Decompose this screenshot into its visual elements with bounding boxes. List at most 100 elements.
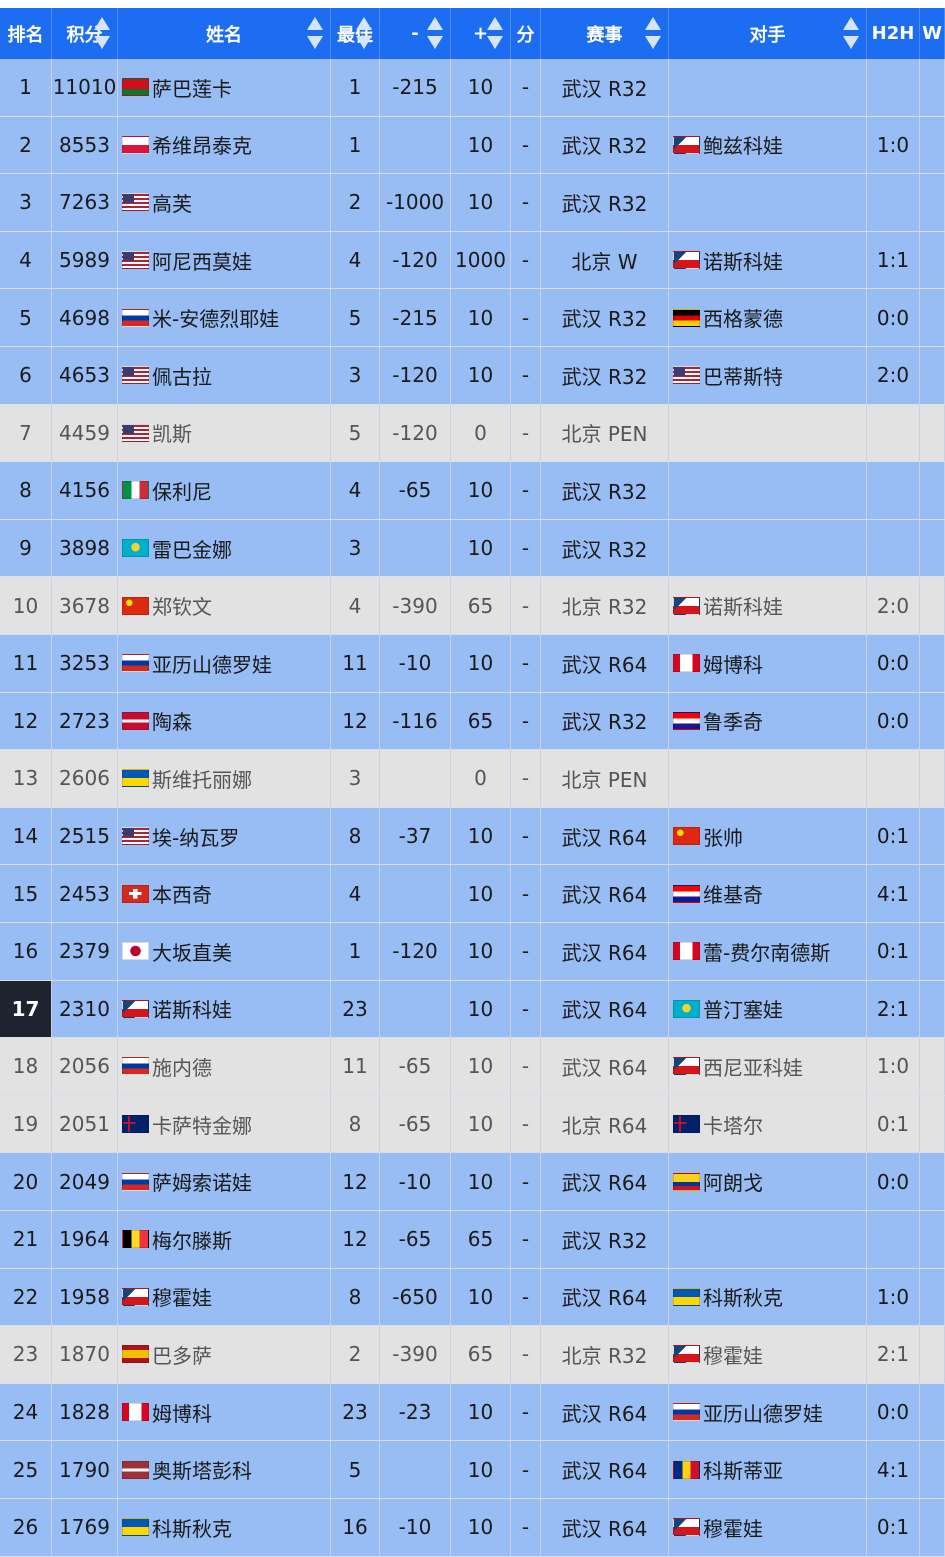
cell-opponent-text[interactable]: 卡塔尔 — [703, 1110, 763, 1139]
table-row[interactable]: 26 1769 科斯秋克 16 -10 10 - 武汉 R64 穆霍娃 0:1 — [0, 1499, 945, 1557]
table-row[interactable]: 8 4156 保利尼 4 -65 10 - 武汉 R32 — [0, 462, 945, 520]
cell-name-text[interactable]: 卡萨特金娜 — [152, 1110, 252, 1139]
cell-best: 12 — [331, 1153, 380, 1210]
cell-name-text[interactable]: 姆博科 — [152, 1398, 212, 1427]
cell-name-text[interactable]: 萨姆索诺娃 — [152, 1167, 252, 1196]
column-header-8[interactable]: 对手 — [669, 8, 867, 59]
table-row[interactable]: 15 2453 本西奇 4 10 - 武汉 R64 维基奇 4:1 — [0, 865, 945, 923]
table-row[interactable]: 7 4459 凯斯 5 -120 0 - 北京 PEN — [0, 404, 945, 463]
ukraine-flag-icon — [122, 1518, 149, 1537]
table-row[interactable]: 9 3898 雷巴金娜 3 10 - 武汉 R32 — [0, 519, 945, 578]
cell-name-text[interactable]: 埃-纳瓦罗 — [152, 822, 239, 851]
table-row[interactable]: 20 2049 萨姆索诺娃 12 -10 10 - 武汉 R64 阿朗戈 0:0 — [0, 1153, 945, 1211]
cell-name-text[interactable]: 诺斯科娃 — [152, 994, 232, 1023]
cell-opponent-text[interactable]: 巴蒂斯特 — [703, 361, 783, 390]
cell-points: 1790 — [52, 1441, 118, 1498]
column-header-4[interactable]: - — [380, 8, 451, 59]
cell-name-text[interactable]: 佩古拉 — [152, 361, 212, 390]
table-row[interactable]: 4 5989 阿尼西莫娃 4 -120 1000- 北京 W 诺斯科娃 1:1 — [0, 231, 945, 290]
cell-opponent-text[interactable]: 诺斯科娃 — [703, 591, 783, 620]
table-row[interactable]: 17 2310 诺斯科娃 23 10- 武汉 R64 普汀塞娃 2:1 — [0, 980, 945, 1039]
sort-arrows-icon[interactable] — [426, 15, 444, 51]
table-row[interactable]: 22 1958 穆霍娃 8 -650 10 - 武汉 R64 科斯秋克 1:0 — [0, 1268, 945, 1327]
cell-name-text[interactable]: 雷巴金娜 — [152, 534, 232, 563]
sort-arrows-icon[interactable] — [306, 15, 324, 51]
cell-rank: 16 — [0, 923, 52, 980]
cell-name-text[interactable]: 陶森 — [152, 706, 192, 735]
cell-name-text[interactable]: 大坂直美 — [152, 937, 232, 966]
cell-opponent-text[interactable]: 西尼亚科娃 — [703, 1052, 803, 1081]
cell-name-text[interactable]: 希维昂泰克 — [152, 130, 252, 159]
cell-opponent-text[interactable]: 穆霍娃 — [703, 1340, 763, 1369]
table-row[interactable]: 10 3678 郑钦文 4 -390 65 - 北京 R32 诺斯科娃 2:0 — [0, 577, 945, 635]
cell-name-text[interactable]: 米-安德烈耶娃 — [152, 303, 279, 332]
table-row[interactable]: 13 2606 斯维托丽娜 3 0 - 北京 PEN — [0, 750, 945, 808]
column-header-3[interactable]: 最佳 — [331, 8, 380, 59]
table-row[interactable]: 24 1828 姆博科 23 -23 10 - 武汉 R64 亚历山德罗娃 0:0 — [0, 1383, 945, 1442]
cell-opponent-text[interactable]: 西格蒙德 — [703, 303, 783, 332]
cell-name-text[interactable]: 高芙 — [152, 188, 192, 217]
table-row[interactable]: 1 11010 萨巴莲卡 1 -215 10 - 武汉 R32 — [0, 59, 945, 117]
cell-name-text[interactable]: 奥斯塔彭科 — [152, 1455, 252, 1484]
cell-plus: 10 — [451, 1268, 511, 1326]
cell-w — [920, 865, 945, 922]
cell-opponent-text[interactable]: 科斯秋克 — [703, 1282, 783, 1311]
sort-arrows-icon[interactable] — [93, 15, 111, 51]
cell-opponent-text[interactable]: 维基奇 — [703, 879, 763, 908]
sort-arrows-icon[interactable] — [842, 15, 860, 51]
table-row[interactable]: 18 2056 施内德 11 -65 10 - 武汉 R64 西尼亚科娃 1:0 — [0, 1038, 945, 1096]
cell-name-text[interactable]: 穆霍娃 — [152, 1282, 212, 1311]
cell-h2h-text: 2:0 — [876, 363, 910, 388]
sort-arrows-icon[interactable] — [355, 15, 373, 51]
cell-opponent-text[interactable]: 鲁季奇 — [703, 706, 763, 735]
cell-opponent-text[interactable]: 张帅 — [703, 822, 743, 851]
cell-opponent-text[interactable]: 普汀塞娃 — [703, 994, 783, 1023]
table-row[interactable]: 25 1790 奥斯塔彭科 5 10 - 武汉 R64 科斯蒂亚 4:1 — [0, 1441, 945, 1499]
cell-opponent-text[interactable]: 穆霍娃 — [703, 1513, 763, 1542]
cell-opponent-text[interactable]: 鲍兹科娃 — [703, 130, 783, 159]
cell-plus: 10 — [451, 980, 511, 1038]
cell-name-text[interactable]: 梅尔滕斯 — [152, 1225, 232, 1254]
cell-name-text[interactable]: 萨巴莲卡 — [152, 73, 232, 102]
cell-name-text[interactable]: 郑钦文 — [152, 591, 212, 620]
table-row[interactable]: 3 7263 高芙 2 -1000 10 - 武汉 R32 — [0, 174, 945, 232]
cell-opponent-text[interactable]: 阿朗戈 — [703, 1167, 763, 1196]
cell-opponent-text[interactable]: 诺斯科娃 — [703, 246, 783, 275]
china-flag-icon — [122, 596, 149, 615]
table-row[interactable]: 5 4698 米-安德烈耶娃 5 -215 10 - 武汉 R32 西格蒙德 0:0 — [0, 289, 945, 347]
table-row[interactable]: 11 3253 亚历山德罗娃 11 -10 10 - 武汉 R64 姆博科 0:0 — [0, 635, 945, 693]
cell-name-text[interactable]: 科斯秋克 — [152, 1513, 232, 1542]
table-row[interactable]: 12 2723 陶森 12 -116 65 - 武汉 R32 鲁季奇 0:0 — [0, 692, 945, 751]
column-header-1[interactable]: 积分 — [52, 8, 118, 59]
table-row[interactable]: 2 8553 希维昂泰克 1 10 - 武汉 R32 鲍兹科娃 1:0 — [0, 116, 945, 175]
column-header-6[interactable]: 分 — [511, 8, 541, 59]
cell-name: 希维昂泰克 — [118, 116, 331, 174]
table-row[interactable]: 21 1964 梅尔滕斯 12 -65 65 - 武汉 R32 — [0, 1211, 945, 1269]
column-header-2[interactable]: 姓名 — [118, 8, 331, 59]
cell-opponent-text[interactable]: 姆博科 — [703, 649, 763, 678]
cell-name-text[interactable]: 斯维托丽娜 — [152, 764, 252, 793]
table-row[interactable]: 14 2515 埃-纳瓦罗 8 -37 10 - 武汉 R64 张帅 0:1 — [0, 807, 945, 866]
sort-arrows-icon[interactable] — [644, 15, 662, 51]
cell-best: 23 — [331, 980, 380, 1038]
table-row[interactable]: 19 2051 卡萨特金娜 8 -65 10 - 北京 R64 卡塔尔 0:1 — [0, 1095, 945, 1154]
cell-name-text[interactable]: 施内德 — [152, 1052, 212, 1081]
cell-name-text[interactable]: 阿尼西莫娃 — [152, 246, 252, 275]
cell-name-text[interactable]: 巴多萨 — [152, 1340, 212, 1369]
cell-points: 2049 — [52, 1153, 118, 1210]
cell-opponent-text[interactable]: 蕾-费尔南德斯 — [703, 937, 830, 966]
sort-arrows-icon[interactable] — [486, 15, 504, 51]
table-row[interactable]: 23 1870 巴多萨 2 -390 65 - 北京 R32 穆霍娃 2:1 — [0, 1326, 945, 1384]
cell-name-text[interactable]: 凯斯 — [152, 418, 192, 447]
cell-opponent-text[interactable]: 亚历山德罗娃 — [703, 1398, 823, 1427]
cell-name-text[interactable]: 本西奇 — [152, 879, 212, 908]
column-header-7[interactable]: 赛事 — [541, 8, 669, 59]
table-row[interactable]: 16 2379 大坂直美 1 -120 10 - 武汉 R64 蕾-费尔南德斯 0:1 — [0, 923, 945, 981]
table-row[interactable]: 6 4653 佩古拉 3 -120 10 - 武汉 R32 巴蒂斯特 2:0 — [0, 347, 945, 405]
column-header-5[interactable]: + — [451, 8, 511, 59]
cell-opponent-text[interactable]: 科斯蒂亚 — [703, 1455, 783, 1484]
cell-plus: 10 — [451, 289, 511, 346]
cell-name-text[interactable]: 亚历山德罗娃 — [152, 649, 272, 678]
cell-event: 武汉 R64 — [541, 635, 669, 692]
cell-name-text[interactable]: 保利尼 — [152, 476, 212, 505]
